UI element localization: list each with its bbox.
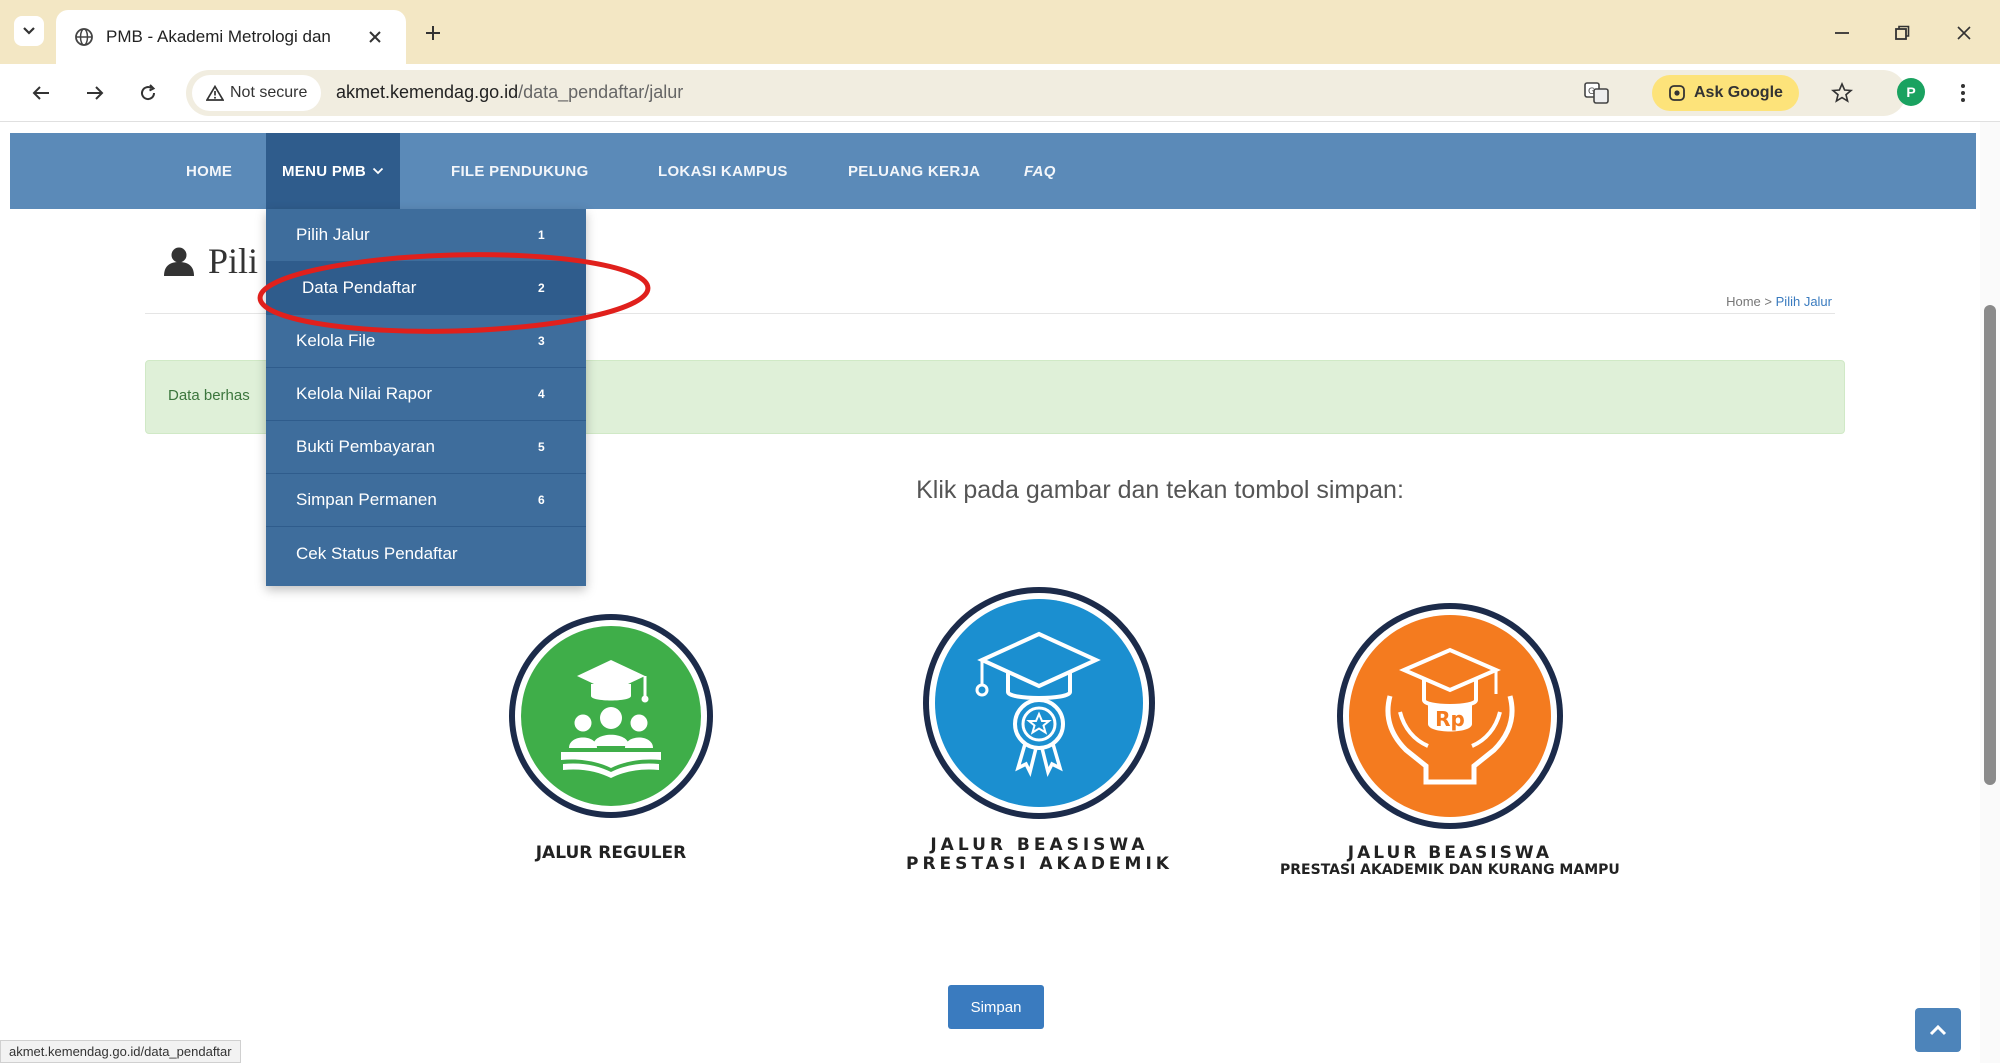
dropdown-item-label: Pilih Jalur	[296, 225, 370, 244]
restore-icon	[1895, 25, 1910, 40]
lens-icon	[1669, 85, 1685, 101]
nav-menu-pmb-label: MENU PMB	[282, 162, 367, 180]
dropdown-item-bukti-pembayaran[interactable]: Bukti Pembayaran 5	[266, 421, 586, 474]
nav-lokasi-kampus[interactable]: LOKASI KAMPUS	[658, 133, 788, 209]
nav-peluang-kerja[interactable]: PELUANG KERJA	[848, 133, 980, 209]
scrollbar-thumb[interactable]	[1984, 305, 1996, 785]
nav-faq-label: FAQ	[1024, 162, 1056, 180]
bookmark-star-icon[interactable]	[1828, 79, 1856, 107]
minimize-button[interactable]	[1822, 18, 1862, 48]
graduation-cap-medal-icon	[923, 587, 1156, 819]
ask-google-label: Ask Google	[1694, 84, 1783, 101]
security-label: Not secure	[230, 84, 308, 101]
reload-button[interactable]	[133, 78, 163, 108]
annotation-ellipse	[257, 252, 651, 334]
option-jalur-beasiswa-prestasi-label-1: JALUR BEASISWA	[930, 835, 1149, 855]
nav-faq[interactable]: FAQ	[1024, 133, 1056, 209]
alert-text: Data berhas	[168, 387, 250, 404]
scroll-to-top-button[interactable]	[1915, 1008, 1961, 1052]
url-text[interactable]: akmet.kemendag.go.id/data_pendaftar/jalu…	[336, 82, 683, 103]
site-info-chip[interactable]: Not secure	[192, 75, 322, 111]
restore-button[interactable]	[1882, 18, 1922, 48]
dropdown-item-label: Bukti Pembayaran	[296, 437, 435, 456]
reload-icon	[141, 84, 156, 101]
warning-triangle-icon	[206, 85, 224, 101]
user-icon	[164, 247, 194, 276]
more-options-icon[interactable]	[1950, 78, 1976, 108]
browser-tab[interactable]: PMB - Akademi Metrologi dan	[56, 10, 406, 64]
svg-text:Rp: Rp	[1435, 707, 1465, 731]
chevron-down-icon	[23, 27, 35, 35]
option-jalur-beasiswa-kurang-mampu-label-1: JALUR BEASISWA	[1347, 843, 1552, 863]
close-window-button[interactable]	[1944, 18, 1984, 48]
nav-home[interactable]: HOME	[186, 133, 232, 209]
page-heading: Pili	[162, 240, 258, 282]
tab-title: PMB - Akademi Metrologi dan	[106, 27, 331, 46]
dropdown-item-label: Cek Status Pendaftar	[296, 543, 458, 563]
dropdown-item-number: 1	[538, 228, 545, 242]
nav-menu-pmb[interactable]: MENU PMB	[266, 133, 401, 209]
nav-lokasi-kampus-label: LOKASI KAMPUS	[658, 162, 788, 180]
nav-peluang-kerja-label: PELUANG KERJA	[848, 162, 981, 180]
breadcrumb: Home > Pilih Jalur	[1726, 294, 1832, 309]
option-jalur-beasiswa-kurang-mampu[interactable]: Rp JALUR BEASISWA PRESTASI AKADEMIK DAN …	[1280, 600, 1620, 878]
tab-search-button[interactable]	[14, 16, 44, 46]
arrow-right-icon	[87, 86, 104, 100]
forward-button[interactable]	[80, 78, 110, 108]
address-bar[interactable]: Not secure akmet.kemendag.go.id/data_pen…	[186, 70, 1906, 116]
site-navbar: HOME MENU PMB FILE PENDUKUNG LOKASI KAMP…	[10, 133, 1976, 209]
ask-google-chip[interactable]: Ask Google	[1652, 75, 1799, 111]
option-jalur-reguler-label: JALUR REGULER	[535, 843, 687, 863]
translate-icon[interactable]: G	[1582, 79, 1612, 107]
new-tab-button[interactable]	[418, 18, 448, 48]
chevron-up-icon	[1929, 1024, 1947, 1036]
dropdown-item-number: 3	[538, 334, 545, 348]
nav-home-label: HOME	[186, 162, 233, 180]
svg-text:G: G	[1588, 87, 1595, 97]
option-jalur-reguler[interactable]: JALUR REGULER	[505, 610, 717, 863]
back-button[interactable]	[26, 78, 56, 108]
breadcrumb-current: Pilih Jalur	[1775, 294, 1832, 309]
dropdown-item-kelola-nilai-rapor[interactable]: Kelola Nilai Rapor 4	[266, 368, 586, 421]
nav-file-pendukung-label: FILE PENDUKUNG	[451, 162, 589, 180]
nav-file-pendukung[interactable]: FILE PENDUKUNG	[451, 133, 589, 209]
dropdown-item-label: Simpan Permanen	[296, 490, 437, 509]
dropdown-item-simpan-permanen[interactable]: Simpan Permanen 6	[266, 474, 586, 527]
simpan-button[interactable]: Simpan	[948, 985, 1044, 1029]
profile-avatar[interactable]: P	[1897, 78, 1925, 106]
plus-icon	[426, 26, 440, 40]
globe-icon	[75, 28, 93, 46]
dropdown-item-number: 5	[538, 440, 545, 454]
breadcrumb-separator: >	[1764, 294, 1773, 309]
tab-close-icon[interactable]	[362, 24, 388, 50]
graduation-cap-hands-rupiah-icon: Rp	[1336, 603, 1563, 829]
option-jalur-beasiswa-prestasi-label-2: PRESTASI AKADEMIK	[906, 853, 1173, 874]
dropdown-item-number: 6	[538, 493, 545, 507]
breadcrumb-home[interactable]: Home	[1726, 294, 1761, 309]
dropdown-item-number: 4	[538, 387, 545, 401]
close-icon	[1957, 26, 1971, 40]
dropdown-item-label: Kelola Nilai Rapor	[296, 384, 433, 403]
browser-tabstrip: PMB - Akademi Metrologi dan	[0, 0, 2000, 64]
url-host: akmet.kemendag.go.id	[336, 82, 519, 102]
minimize-icon	[1835, 32, 1849, 34]
arrow-left-icon	[32, 86, 49, 100]
graduate-students-icon	[509, 614, 713, 818]
page-title: Pili	[208, 241, 259, 281]
chevron-down-icon	[372, 167, 384, 175]
browser-toolbar: Not secure akmet.kemendag.go.id/data_pen…	[0, 64, 2000, 122]
option-jalur-beasiswa-prestasi[interactable]: JALUR BEASISWA PRESTASI AKADEMIK	[906, 584, 1173, 873]
dropdown-item-cek-status-pendaftar[interactable]: Cek Status Pendaftar	[266, 527, 586, 580]
url-path: /data_pendaftar/jalur	[518, 82, 684, 102]
option-jalur-beasiswa-kurang-mampu-label-2: PRESTASI AKADEMIK DAN KURANG MAMPU	[1280, 861, 1620, 878]
browser-status-bar: akmet.kemendag.go.id/data_pendaftar	[0, 1040, 241, 1063]
